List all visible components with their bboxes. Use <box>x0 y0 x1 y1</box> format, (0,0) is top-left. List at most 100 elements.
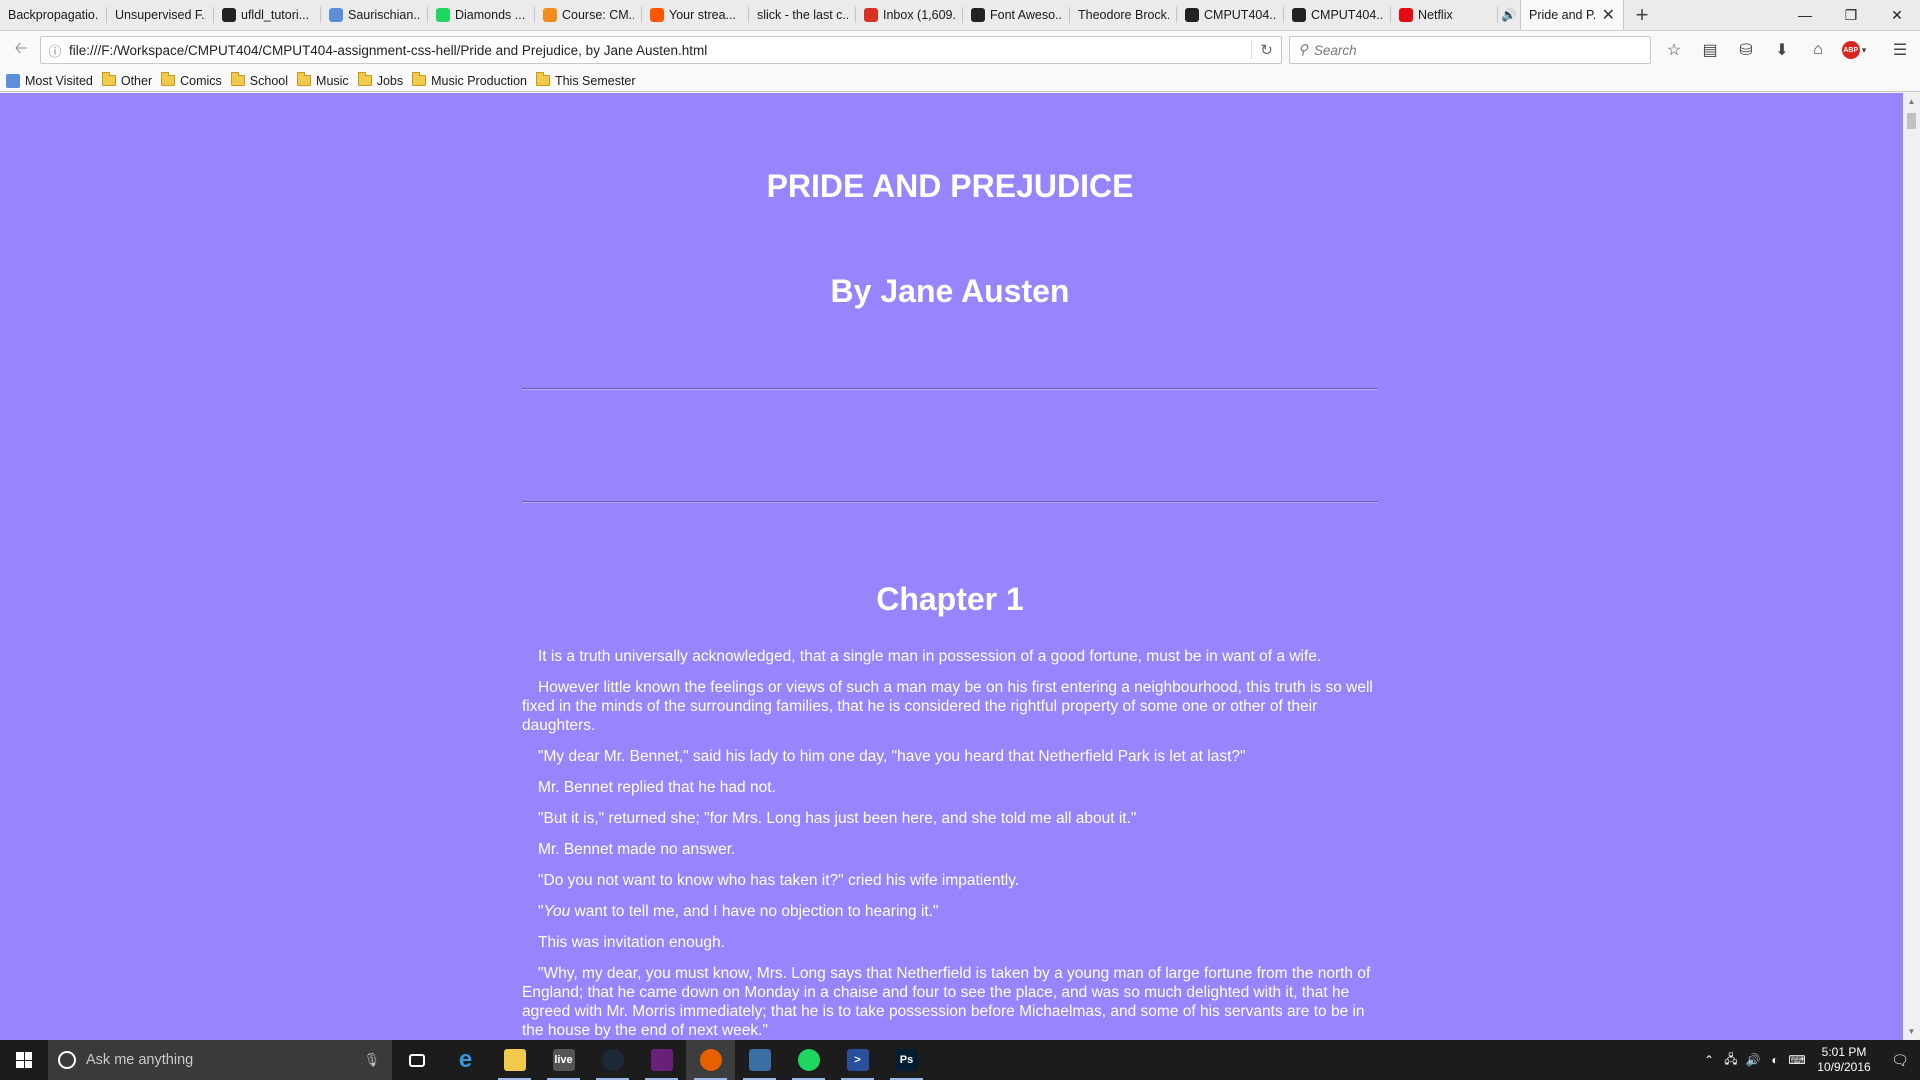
folder-icon <box>230 72 245 86</box>
github-icon <box>222 8 236 22</box>
back-button[interactable]: 🡠 <box>6 36 36 66</box>
keyboard-icon[interactable]: ⌨ <box>1786 1053 1808 1067</box>
menu-hamburger-icon[interactable]: ☰ <box>1882 36 1918 64</box>
tab[interactable]: Course: CM... <box>535 0 642 30</box>
cortana-icon <box>58 1051 76 1069</box>
reload-icon[interactable]: ↻ <box>1251 41 1281 59</box>
taskbar-app-button[interactable]: live <box>539 1040 588 1080</box>
flag-icon <box>971 8 985 22</box>
toolbar-icons: ☆ ▤ ⛁ ⬇ ⌂ ABP ▾ ☰ <box>1656 36 1918 64</box>
tab[interactable]: Your strea... <box>642 0 749 30</box>
scroll-up-arrow-icon[interactable]: ▲ <box>1903 93 1920 110</box>
most-visited-icon <box>6 73 20 88</box>
bookmark-item[interactable]: Music <box>295 70 356 92</box>
folder-icon <box>101 72 116 86</box>
search-input[interactable]: ⚲ Search <box>1289 36 1651 64</box>
tab-audio-speaker-icon[interactable]: 🔊 <box>1498 0 1520 30</box>
tab[interactable]: Backpropagatio... <box>0 0 107 30</box>
tab-label: Your strea... <box>669 8 736 22</box>
new-tab-button[interactable]: + <box>1624 0 1660 30</box>
chapter-heading: Chapter 1 <box>876 581 1024 617</box>
spotify-icon <box>797 1049 820 1071</box>
bookmark-label: Jobs <box>376 73 404 88</box>
vertical-scrollbar[interactable]: ▲ ▼ <box>1903 93 1920 1040</box>
tab-label: Theodore Brock... <box>1078 8 1169 22</box>
bookmark-item[interactable]: Jobs <box>356 70 410 92</box>
nav-bar: 🡠 ⓘ file:///F:/Workspace/CMPUT404/CMPUT4… <box>0 30 1920 70</box>
gmail-icon <box>864 8 878 22</box>
bookmark-item[interactable]: Most Visited <box>4 70 100 92</box>
home-icon[interactable]: ⌂ <box>1800 36 1836 64</box>
taskbar: Ask me anything 🎙 e live > Ps ⌃ 🖧 🔊 ◐ ⌨ 5:0… <box>0 1040 1920 1080</box>
bookmark-label: Other <box>120 73 153 88</box>
site-info-icon[interactable]: ⓘ <box>41 41 69 60</box>
url-text[interactable]: file:///F:/Workspace/CMPUT404/CMPUT404-a… <box>69 43 1251 58</box>
tab[interactable]: Netflix <box>1391 0 1498 30</box>
cortana-search-box[interactable]: Ask me anything 🎙 <box>48 1040 392 1080</box>
folder-icon <box>297 72 312 86</box>
minimize-button[interactable]: — <box>1782 0 1828 30</box>
taskbar-app-button[interactable] <box>784 1040 833 1080</box>
taskbar-app-button[interactable]: > <box>833 1040 882 1080</box>
url-bar[interactable]: ⓘ file:///F:/Workspace/CMPUT404/CMPUT404… <box>40 36 1282 64</box>
tab-label: CMPUT404... <box>1311 8 1383 22</box>
microphone-icon[interactable]: 🎙 <box>363 1052 380 1068</box>
scrollbar-thumb[interactable] <box>1907 113 1916 129</box>
weather-icon[interactable]: ◐ <box>1764 1053 1786 1067</box>
scroll-down-arrow-icon[interactable]: ▼ <box>1903 1023 1920 1040</box>
tab[interactable]: ufldl_tutori... <box>214 0 321 30</box>
bookmark-item[interactable]: Other <box>100 70 159 92</box>
taskbar-app-button[interactable] <box>637 1040 686 1080</box>
taskbar-app-button[interactable] <box>735 1040 784 1080</box>
tab[interactable]: Inbox (1,609... <box>856 0 963 30</box>
tab-label: ufldl_tutori... <box>241 8 310 22</box>
adblock-icon[interactable]: ABP ▾ <box>1836 36 1872 64</box>
windows-logo-icon <box>16 1052 32 1068</box>
bookmark-item[interactable]: Music Production <box>410 70 534 92</box>
tab[interactable]: Unsupervised F... <box>107 0 214 30</box>
pocket-icon[interactable]: ⛁ <box>1728 36 1764 64</box>
tab[interactable]: CMPUT404... <box>1177 0 1284 30</box>
tab-label: Unsupervised F... <box>115 8 206 22</box>
folder-icon <box>535 72 550 86</box>
tab[interactable]: slick - the last c... <box>749 0 856 30</box>
action-center-icon[interactable]: 🗨 <box>1880 1052 1920 1069</box>
volume-icon[interactable]: 🔊 <box>1742 1053 1764 1067</box>
download-icon[interactable]: ⬇ <box>1764 36 1800 64</box>
reading-list-icon[interactable]: ▤ <box>1692 36 1728 64</box>
tab[interactable]: Saurischian... <box>321 0 428 30</box>
search-placeholder: Search <box>1313 42 1357 58</box>
live-icon: live <box>552 1049 575 1071</box>
page-viewport: PRIDE AND PREJUDICE By Jane Austen Chapt… <box>0 93 1903 1040</box>
taskbar-app-button[interactable] <box>490 1040 539 1080</box>
close-window-button[interactable]: ✕ <box>1874 0 1920 30</box>
close-tab-icon[interactable]: ✕ <box>1602 5 1615 25</box>
show-hidden-icons-chevron-icon[interactable]: ⌃ <box>1698 1053 1720 1067</box>
start-button[interactable] <box>0 1040 48 1080</box>
taskbar-app-button[interactable] <box>588 1040 637 1080</box>
bookmark-item[interactable]: This Semester <box>534 70 643 92</box>
taskbar-app-button[interactable] <box>392 1040 441 1080</box>
window-controls: — ❐ ✕ <box>1782 0 1920 30</box>
paragraph: "Do you not want to know who has taken i… <box>538 872 1020 889</box>
bookmark-label: Comics <box>180 73 222 88</box>
horizontal-rule <box>522 388 1378 390</box>
paragraph: Mr. Bennet made no answer. <box>538 841 736 858</box>
restore-button[interactable]: ❐ <box>1828 0 1874 30</box>
tab[interactable]: Diamonds ... <box>428 0 535 30</box>
taskbar-app-button[interactable] <box>686 1040 735 1080</box>
tab[interactable]: Theodore Brock... <box>1070 0 1177 30</box>
network-icon[interactable]: 🖧 <box>1720 1050 1742 1071</box>
visual-studio-icon <box>650 1049 673 1071</box>
taskbar-app-button[interactable]: Ps <box>882 1040 931 1080</box>
tab[interactable]: CMPUT404... <box>1284 0 1391 30</box>
tab[interactable]: Font Aweso... <box>963 0 1070 30</box>
bookmark-item[interactable]: Comics <box>159 70 229 92</box>
taskbar-app-button[interactable]: e <box>441 1040 490 1080</box>
bookmark-star-icon[interactable]: ☆ <box>1656 36 1692 64</box>
tab-active[interactable]: Pride and P... ✕ <box>1520 0 1624 30</box>
tab-label: Font Aweso... <box>990 8 1062 22</box>
clock[interactable]: 5:01 PM 10/9/2016 <box>1808 1045 1880 1075</box>
bookmark-item[interactable]: School <box>229 70 295 92</box>
firefox-icon <box>699 1049 722 1071</box>
